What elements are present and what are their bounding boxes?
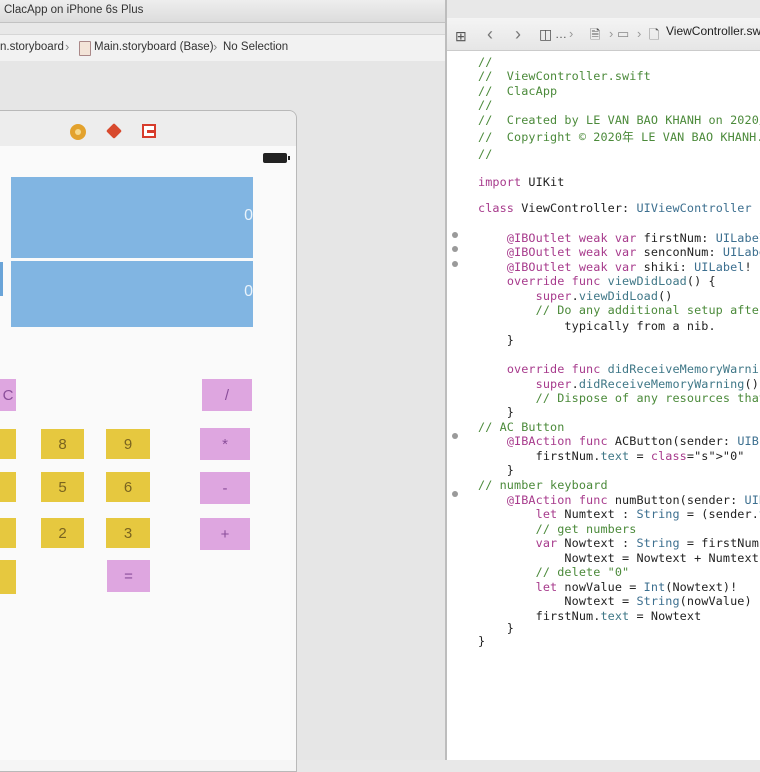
divide-button-label: / [224, 386, 230, 404]
window-title: ClacApp on iPhone 6s Plus [4, 4, 144, 16]
code-line[interactable]: @IBOutlet weak var firstNum: UILabel! [478, 231, 760, 245]
code-line[interactable]: } [478, 333, 514, 347]
crumb-storyboard-file[interactable]: n.storyboard [0, 41, 64, 53]
outlet-connection-dot[interactable] [452, 246, 458, 252]
action-connection-dot[interactable] [452, 491, 458, 497]
storyboard-file-icon [79, 41, 91, 56]
related-items-grid-icon[interactable]: ⊞ [455, 28, 467, 45]
zero-button-edge[interactable] [0, 560, 16, 594]
window-title-bar: ClacApp on iPhone 6s Plus [0, 0, 446, 23]
chevron-right-icon: › [569, 26, 574, 41]
chevron-right-icon: › [213, 39, 218, 54]
swift-file-icon[interactable]: 🗋 [649, 26, 659, 48]
action-connection-dot[interactable] [452, 433, 458, 439]
code-line[interactable]: } [478, 463, 514, 477]
crumb-no-selection[interactable]: No Selection [223, 41, 288, 53]
code-line[interactable]: super.viewDidLoad() [478, 289, 673, 303]
code-line[interactable]: @IBAction func numButton(sender: UIBut [478, 493, 760, 507]
code-line[interactable]: // [478, 55, 492, 69]
clear-button-label: C [2, 386, 14, 404]
three-button-label: 3 [123, 524, 133, 542]
code-line[interactable]: @IBOutlet weak var senconNum: UILabel! [478, 245, 760, 259]
code-line[interactable]: // [478, 98, 492, 112]
code-line[interactable]: // Copyright © 2020年 LE VAN BAO KHANH. A [478, 128, 760, 145]
code-line[interactable]: Nowtext = String(nowValue) [478, 594, 752, 608]
code-line[interactable]: // AC Button [478, 420, 564, 434]
outlet-connection-dot[interactable] [452, 261, 458, 267]
project-file-icon[interactable]: 🗎 [590, 26, 600, 48]
crumb-main-storyboard-base[interactable]: Main.storyboard (Base) [94, 41, 214, 53]
code-line[interactable]: Nowtext = Nowtext + Numtext [478, 551, 759, 565]
second-number-value: 0 [244, 283, 253, 300]
chevron-right-icon: › [609, 26, 614, 41]
exit-icon[interactable] [142, 124, 156, 138]
back-arrow-icon[interactable]: ‹ [487, 24, 493, 45]
code-line[interactable]: var Nowtext : String = firstNum.te [478, 536, 760, 550]
code-line[interactable]: let Numtext : String = (sender.tit [478, 507, 760, 521]
two-button-label: 2 [58, 524, 67, 542]
code-line[interactable]: import UIKit [478, 175, 564, 189]
code-line[interactable]: typically from a nib. [478, 319, 716, 333]
chevron-right-icon: › [637, 26, 642, 41]
assistant-editor-icon[interactable]: ◫ [539, 26, 552, 43]
code-line[interactable]: // ViewController.swift [478, 69, 651, 83]
code-line[interactable]: } [478, 621, 514, 635]
code-line[interactable]: // delete "0" [478, 565, 630, 579]
multiply-button-label: * [222, 435, 228, 453]
code-line[interactable]: @IBOutlet weak var shiki: UILabel! [478, 260, 752, 274]
folder-icon[interactable]: ▭ [617, 26, 629, 42]
code-line[interactable]: // [478, 147, 492, 161]
equals-button-label: = [124, 567, 133, 585]
six-button[interactable]: 6 [106, 472, 150, 502]
equals-button[interactable]: = [107, 560, 150, 592]
code-line[interactable]: let nowValue = Int(Nowtext)! [478, 580, 738, 594]
seven-button-edge[interactable] [0, 429, 16, 459]
chevron-right-icon: › [65, 39, 70, 54]
battery-icon [263, 153, 290, 163]
code-line[interactable]: override func viewDidLoad() { [478, 274, 716, 288]
code-line[interactable]: } [478, 405, 514, 419]
storyboard-jump-bar: n.storyboard › Main.storyboard (Base) › … [0, 34, 446, 62]
second-number-label[interactable]: 0 [11, 261, 253, 327]
code-line[interactable]: // number keyboard [478, 478, 608, 492]
code-line[interactable]: class ViewController: UIViewController { [478, 201, 760, 215]
four-button-edge[interactable] [0, 472, 16, 502]
five-button[interactable]: 5 [41, 472, 84, 502]
minus-button-label: - [222, 479, 228, 497]
code-line[interactable]: // ClacApp [478, 84, 557, 98]
three-button[interactable]: 3 [106, 518, 150, 548]
code-line[interactable]: override func didReceiveMemoryWarning( [478, 362, 760, 376]
view-controller-icon[interactable] [70, 124, 86, 140]
eight-button-label: 8 [58, 435, 67, 453]
editor-jump-bar: ⊞ ‹ › ◫ … › 🗎 › ▭ › 🗋 ViewController.swi [447, 18, 760, 51]
code-line[interactable]: // Created by LE VAN BAO KHANH on 2020/0 [478, 113, 760, 127]
first-number-label[interactable]: 0 [11, 177, 253, 258]
plus-button[interactable]: + [200, 518, 250, 550]
first-number-value: 0 [244, 207, 253, 224]
plus-button-label: + [220, 525, 230, 543]
clear-button[interactable]: C [0, 379, 16, 411]
forward-arrow-icon[interactable]: › [515, 24, 521, 45]
nine-button-label: 9 [123, 435, 133, 453]
multiply-button[interactable]: * [200, 428, 250, 460]
code-line[interactable]: // Dispose of any resources that c [478, 391, 760, 405]
two-button[interactable]: 2 [41, 518, 84, 548]
code-line[interactable]: @IBAction func ACButton(sender: UIButt [478, 434, 760, 448]
minus-button[interactable]: - [200, 472, 250, 504]
nine-button[interactable]: 9 [106, 429, 150, 459]
code-line[interactable]: super.didReceiveMemoryWarning() [478, 377, 759, 391]
six-button-label: 6 [123, 478, 133, 496]
five-button-label: 5 [58, 478, 67, 496]
divide-button[interactable]: / [202, 379, 252, 411]
code-line[interactable]: // Do any additional setup after l [478, 303, 760, 317]
code-line[interactable]: // get numbers [478, 522, 637, 536]
current-file-name[interactable]: ViewController.swi [666, 24, 760, 38]
code-line[interactable]: firstNum.text = class="s">"0" [478, 449, 745, 463]
outlet-connection-dot[interactable] [452, 232, 458, 238]
code-line[interactable]: } [478, 634, 485, 648]
eight-button[interactable]: 8 [41, 429, 84, 459]
jump-bar-ellipsis[interactable]: … [555, 27, 567, 41]
one-button-edge[interactable] [0, 518, 16, 548]
shiki-label-edge [0, 262, 3, 296]
